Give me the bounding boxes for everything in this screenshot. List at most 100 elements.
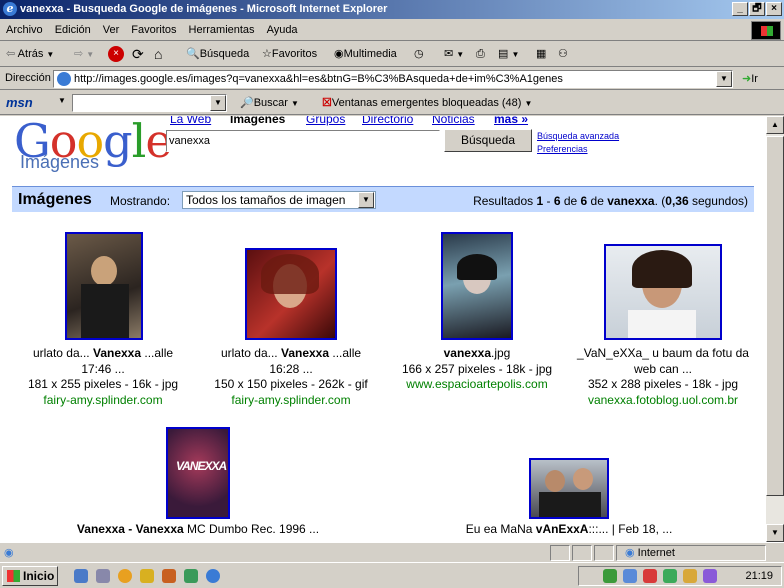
- address-bar: Dirección http://images.google.es/images…: [0, 68, 784, 90]
- google-search-input[interactable]: vanexxa: [166, 130, 440, 152]
- caption-text-post: .jpg: [491, 346, 511, 360]
- nav-more[interactable]: más »: [494, 116, 528, 126]
- start-button[interactable]: Inicio: [2, 566, 58, 586]
- refresh-icon[interactable]: ⟳: [132, 46, 144, 63]
- result-caption: Vanexxa - Vanexxa MC Dumbo Rec. 1996 ...: [48, 522, 348, 538]
- quicklaunch-icon[interactable]: [184, 569, 198, 583]
- msn-input-dropdown[interactable]: ▼: [210, 95, 226, 111]
- stats-prefix: Resultados: [473, 194, 537, 208]
- multimedia-label: Multimedia: [343, 48, 397, 60]
- quicklaunch-icon[interactable]: [162, 569, 176, 583]
- multimedia-icon: ◉: [334, 48, 344, 60]
- results-bar: Imágenes Mostrando: Todos los tamaños de…: [12, 186, 754, 212]
- quicklaunch-icon[interactable]: [118, 569, 132, 583]
- result-caption: urlato da... Vanexxa ...alle 16:28 ... 1…: [201, 346, 381, 408]
- search-time: 0,36: [665, 194, 689, 208]
- tray-icon[interactable]: [663, 569, 677, 583]
- tray-icon[interactable]: [623, 569, 637, 583]
- close-button[interactable]: ×: [766, 2, 782, 16]
- quicklaunch-icon[interactable]: [96, 569, 110, 583]
- messenger-icon[interactable]: ⚇: [558, 46, 568, 63]
- minimize-button[interactable]: _: [732, 2, 748, 16]
- msn-search-input[interactable]: [72, 94, 227, 112]
- stats-of-2: de: [587, 194, 608, 208]
- favorites-icon: ☆: [262, 48, 272, 60]
- standard-toolbar: ⇦ Atrás ▼ ⇨ ▼ × ⟳ ⌂ 🔍Búsqueda ☆Favoritos…: [0, 42, 784, 67]
- msn-dropdown-icon[interactable]: ▼: [58, 96, 66, 105]
- tray-icon[interactable]: [603, 569, 617, 583]
- windows-logo-icon: [751, 21, 781, 40]
- nav-directory[interactable]: Directorio: [362, 116, 413, 126]
- msn-search-icon: 🔎: [240, 97, 254, 109]
- discuss-icon[interactable]: ▦: [536, 46, 546, 63]
- forward-button[interactable]: ⇨ ▼: [74, 46, 94, 63]
- tray-icon[interactable]: [643, 569, 657, 583]
- result-site: fairy-amy.splinder.com: [231, 392, 351, 407]
- favorites-button[interactable]: ☆Favoritos: [262, 46, 317, 63]
- scroll-down-button[interactable]: ▼: [766, 524, 784, 542]
- desktop-icon[interactable]: [74, 569, 88, 583]
- results-title: Imágenes: [18, 191, 92, 208]
- nav-news[interactable]: Noticias: [432, 116, 475, 126]
- scroll-up-button[interactable]: ▲: [766, 116, 784, 134]
- window-title: vanexxa - Busqueda Google de imágenes - …: [20, 3, 388, 15]
- nav-web[interactable]: La Web: [170, 116, 211, 126]
- result-thumbnail[interactable]: [604, 244, 722, 340]
- maximize-button[interactable]: 🗗: [749, 2, 765, 16]
- menu-archivo[interactable]: Archivo: [0, 20, 49, 36]
- go-button[interactable]: ➜Ir: [742, 72, 758, 85]
- caption-bold: Vanexxa - Vanexxa: [76, 522, 184, 536]
- result-site: fairy-amy.splinder.com: [43, 392, 163, 407]
- google-logo-subtitle: Imágenes: [20, 152, 100, 172]
- vertical-scrollbar[interactable]: ▲ ▼: [766, 116, 784, 542]
- image-size-select[interactable]: Todos los tamaños de imagen: [182, 191, 376, 209]
- google-search-button[interactable]: Búsqueda: [444, 129, 532, 152]
- tray-icon[interactable]: [683, 569, 697, 583]
- back-arrow-icon: ⇦: [6, 48, 16, 60]
- edit-icon[interactable]: ▤ ▼: [498, 46, 519, 63]
- caption-line2: 17:46 ...: [81, 361, 125, 376]
- menu-ver[interactable]: Ver: [97, 20, 126, 36]
- menu-edicion[interactable]: Edición: [49, 20, 97, 36]
- menu-favoritos[interactable]: Favoritos: [125, 20, 182, 36]
- multimedia-button[interactable]: ◉Multimedia: [334, 46, 397, 63]
- address-input[interactable]: http://images.google.es/images?q=vanexxa…: [53, 70, 733, 88]
- result-thumbnail[interactable]: [441, 232, 513, 340]
- result-thumbnail[interactable]: [529, 458, 609, 519]
- image-size-dropdown-button[interactable]: ▼: [358, 192, 374, 208]
- window-title-bar[interactable]: e vanexxa - Busqueda Google de imágenes …: [0, 0, 784, 19]
- result-thumbnail[interactable]: [245, 248, 337, 340]
- search-label: Búsqueda: [199, 48, 250, 60]
- range-end: 6: [553, 194, 561, 208]
- address-dropdown-button[interactable]: ▼: [716, 71, 732, 87]
- caption-line2: web can ...: [633, 361, 693, 376]
- tray-icon[interactable]: [703, 569, 717, 583]
- scrollbar-thumb[interactable]: [766, 136, 784, 496]
- taskbar: Inicio 21:19: [0, 562, 784, 588]
- mail-icon[interactable]: ✉ ▼: [444, 46, 464, 63]
- page-status-icon: ◉: [4, 547, 14, 559]
- menu-ayuda[interactable]: Ayuda: [261, 20, 304, 36]
- history-icon[interactable]: ◷: [414, 46, 424, 63]
- advanced-search-link[interactable]: Búsqueda avanzada: [537, 131, 619, 141]
- caption-text-post: :::... | Feb 18, ...: [588, 522, 673, 536]
- result-thumbnail[interactable]: [65, 232, 143, 340]
- result-site: vanexxa.fotoblog.uol.com.br: [587, 392, 739, 407]
- menu-herramientas[interactable]: Herramientas: [183, 20, 261, 36]
- back-button[interactable]: ⇦ Atrás ▼: [6, 46, 54, 63]
- stats-of: de: [560, 194, 581, 208]
- result-thumbnail[interactable]: VANEXXA: [166, 427, 230, 519]
- msn-search-button[interactable]: 🔎Buscar ▼: [240, 96, 299, 109]
- ie-quicklaunch-icon[interactable]: [206, 569, 220, 583]
- stop-icon[interactable]: ×: [108, 46, 124, 62]
- search-button[interactable]: 🔍Búsqueda: [186, 46, 249, 63]
- popup-blocker-button[interactable]: ☒Ventanas emergentes bloqueadas (48) ▼: [322, 96, 532, 109]
- popup-blocked-icon: ☒: [322, 97, 332, 109]
- nav-groups[interactable]: Grupos: [306, 116, 345, 126]
- quicklaunch-icon[interactable]: [140, 569, 154, 583]
- internet-zone-icon: ◉: [625, 547, 635, 559]
- image-dimensions: 150 x 150 pixeles - 262k - gif: [214, 377, 368, 391]
- home-icon[interactable]: ⌂: [154, 46, 162, 63]
- preferences-link[interactable]: Preferencias: [537, 144, 588, 154]
- print-icon[interactable]: ⎙: [476, 46, 485, 63]
